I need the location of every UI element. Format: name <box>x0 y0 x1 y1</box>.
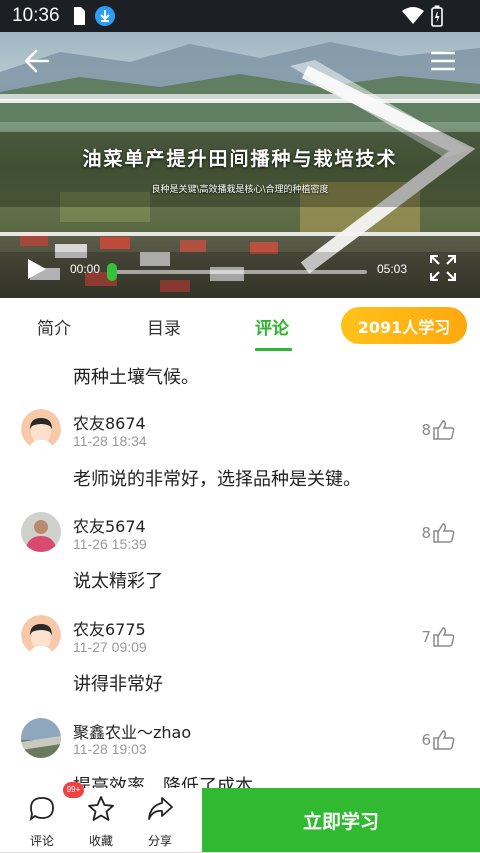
status-time: 10:36 <box>12 5 60 26</box>
thumbs-up-icon <box>433 523 455 543</box>
comment-text-partial: 两种土壤气候。 <box>73 367 199 388</box>
photo-avatar[interactable] <box>21 718 61 758</box>
learners-count-badge: 2091人学习 <box>341 307 467 344</box>
comment-timestamp: 11-28 18:34 <box>73 433 147 449</box>
default-avatar-icon[interactable] <box>21 409 61 449</box>
like-count: 8 <box>421 421 431 439</box>
battery-icon <box>431 5 443 31</box>
duration: 05:03 <box>377 262 408 276</box>
comment-timestamp: 11-27 09:09 <box>73 639 147 655</box>
default-avatar-icon[interactable] <box>21 615 61 655</box>
tab-comments[interactable]: 评论 <box>255 314 289 339</box>
like-button[interactable]: 6 <box>421 730 455 750</box>
share-icon <box>148 797 173 820</box>
like-count: 8 <box>421 524 431 542</box>
tab-catalog[interactable]: 目录 <box>147 314 181 339</box>
current-time: 00:00 <box>70 262 101 276</box>
comment-username[interactable]: 农友5674 <box>73 513 146 537</box>
comment-timestamp: 11-26 15:39 <box>73 536 147 552</box>
wifi-icon <box>402 7 424 29</box>
favorite-button[interactable]: 收藏 <box>72 788 130 853</box>
bottom-action-bar: 99+ 评论 收藏 分享 立即学习 <box>0 782 480 853</box>
status-bar: 10:36 <box>0 0 480 32</box>
comment-text: 老师说的非常好，选择品种是关键。 <box>73 469 361 490</box>
like-count: 7 <box>421 628 431 646</box>
like-button[interactable]: 8 <box>421 420 455 440</box>
comment-username[interactable]: 农友6775 <box>73 616 146 640</box>
comment-action-button[interactable]: 99+ 评论 <box>13 782 84 853</box>
comment-text: 讲得非常好 <box>73 674 163 695</box>
active-tab-indicator <box>255 348 292 351</box>
photo-avatar[interactable] <box>21 512 61 552</box>
comment-text: 提高效率，降低了成本 <box>73 776 253 788</box>
comment-text: 说太精彩了 <box>73 571 163 592</box>
tab-bar: 简介 目录 评论 2091人学习 <box>0 298 480 354</box>
comment-username[interactable]: 聚鑫农业～zhao <box>73 719 191 743</box>
video-title: 油菜单产提升田间播种与栽培技术 <box>82 148 398 170</box>
back-arrow-icon[interactable] <box>24 48 50 78</box>
comment-timestamp: 11-28 19:03 <box>73 741 147 757</box>
thumbs-up-icon <box>433 730 455 750</box>
thumbs-up-icon <box>433 627 455 647</box>
progress-bar[interactable] <box>107 263 367 281</box>
video-subtitle: 良种是关键\高效播栽是核心\合理的种植密度 <box>151 185 329 195</box>
comment-bubble-icon <box>29 797 54 822</box>
play-icon[interactable] <box>27 258 47 284</box>
star-icon <box>88 796 114 821</box>
favorite-label: 收藏 <box>88 834 113 848</box>
start-learning-button[interactable]: 立即学习 <box>202 788 480 853</box>
download-icon <box>94 5 116 31</box>
video-player[interactable]: 油菜单产提升田间播种与栽培技术 良种是关键\高效播栽是核心\合理的种植密度 00… <box>0 32 480 298</box>
tab-intro[interactable]: 简介 <box>37 314 71 339</box>
menu-icon[interactable] <box>431 51 455 75</box>
like-button[interactable]: 8 <box>421 523 455 543</box>
share-button[interactable]: 分享 <box>131 788 189 853</box>
comment-username[interactable]: 农友8674 <box>73 410 146 434</box>
fullscreen-icon[interactable] <box>429 254 457 285</box>
like-count: 6 <box>421 731 431 749</box>
progress-thumb[interactable] <box>107 263 117 281</box>
thumbs-up-icon <box>433 420 455 440</box>
comment-action-label: 评论 <box>29 834 54 848</box>
share-label: 分享 <box>147 834 172 848</box>
comment-list[interactable]: 两种土壤气候。 农友8674 11-28 18:34 8 老师说的非常好，选择品… <box>0 354 480 788</box>
sim-card-icon <box>72 6 86 30</box>
like-button[interactable]: 7 <box>421 627 455 647</box>
